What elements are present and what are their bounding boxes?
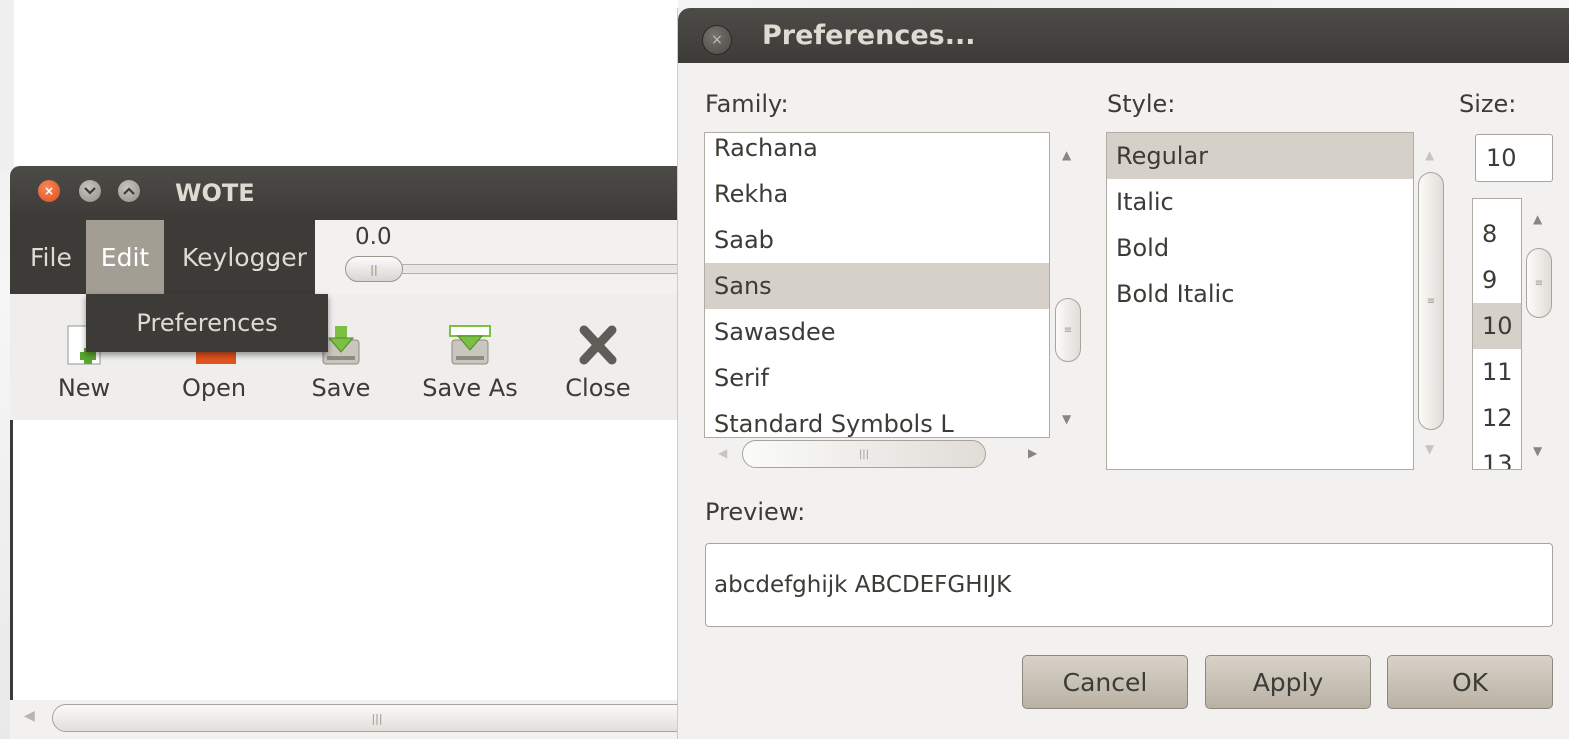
scrollbar-thumb[interactable]: ||| [742,440,986,468]
wote-titlebar[interactable]: × WOTE [10,166,682,220]
preferences-dialog: × Preferences... Family: Style: Size: Ra… [677,8,1569,739]
style-list[interactable]: Regular Italic Bold Bold Italic [1106,132,1414,470]
ok-button[interactable]: OK [1387,655,1553,709]
style-label: Style: [1107,90,1176,118]
family-horizontal-scrollbar[interactable]: ◀ ||| ▶ [704,438,1050,472]
preview-field[interactable]: abcdefghijk ABCDEFGHIJK [705,543,1553,627]
scroll-up-arrow-icon[interactable]: ▲ [1062,148,1071,162]
scroll-left-arrow-icon[interactable]: ◀ [718,446,727,460]
save-as-label: Save As [422,374,518,402]
list-item[interactable]: Bold Italic [1107,271,1413,317]
background-window [14,0,678,166]
size-vertical-scrollbar[interactable]: ▲ ≡ ▼ [1524,198,1554,470]
scroll-down-arrow-icon[interactable]: ▼ [1425,442,1434,456]
slider-handle[interactable]: || [345,256,403,282]
window-minimize-icon[interactable] [79,180,101,202]
menu-file[interactable]: File [30,220,72,294]
list-item[interactable]: 12 [1473,395,1521,441]
family-label: Family: [705,90,789,118]
save-label: Save [311,374,371,402]
wote-window: × WOTE File Edit Keylogger 0.0 || New Op… [10,166,702,739]
scrollbar-thumb[interactable]: ≡ [1418,172,1444,430]
menu-edit[interactable]: Edit [86,220,164,294]
list-item[interactable]: Bold [1107,225,1413,271]
list-item[interactable]: 9 [1473,257,1521,303]
list-item[interactable]: 8 [1473,211,1521,257]
preview-label: Preview: [705,498,806,526]
list-item[interactable]: 7 [1473,199,1521,211]
new-label: New [57,374,111,402]
style-vertical-scrollbar[interactable]: ▲ ≡ ▼ [1416,132,1446,470]
scroll-left-arrow-icon[interactable]: ◀ [24,708,35,724]
family-list[interactable]: Rachana Rekha Saab Sans Sawasdee Serif S… [704,132,1050,438]
window-maximize-icon[interactable] [118,180,140,202]
save-as-icon [448,324,492,366]
cancel-button[interactable]: Cancel [1022,655,1188,709]
text-editor-area[interactable] [10,420,682,700]
size-label: Size: [1459,90,1517,118]
scroll-up-arrow-icon[interactable]: ▲ [1425,148,1434,162]
list-item[interactable]: Serif [705,355,1049,401]
apply-button[interactable]: Apply [1205,655,1371,709]
scroll-right-arrow-icon[interactable]: ▶ [1028,446,1037,460]
size-input[interactable]: 10 [1475,134,1553,182]
dialog-close-icon[interactable]: × [702,25,732,55]
scrollbar-thumb[interactable]: ||| [52,704,702,732]
open-label: Open [181,374,247,402]
list-item[interactable]: Rachana [705,133,1049,171]
close-button[interactable]: Close [560,324,636,414]
scrollbar-thumb[interactable]: ≡ [1055,298,1081,362]
close-label: Close [565,374,631,402]
window-close-icon[interactable]: × [38,180,60,202]
list-item[interactable]: Italic [1107,179,1413,225]
list-item[interactable]: Rekha [705,171,1049,217]
window-title: WOTE [175,179,255,207]
list-item-selected[interactable]: Regular [1107,133,1413,179]
scrollbar-thumb[interactable]: ≡ [1526,248,1552,318]
list-item[interactable]: Saab [705,217,1049,263]
list-item-selected[interactable]: 10 [1473,303,1521,349]
list-item[interactable]: Sawasdee [705,309,1049,355]
close-x-icon [576,324,620,366]
size-list[interactable]: 7 8 9 10 11 12 13 [1472,198,1522,470]
scroll-up-arrow-icon[interactable]: ▲ [1533,212,1542,226]
list-item[interactable]: 11 [1473,349,1521,395]
slider-area: 0.0 || [315,220,690,294]
menu-keylogger[interactable]: Keylogger [182,220,307,294]
scroll-down-arrow-icon[interactable]: ▼ [1533,444,1542,458]
menu-item-preferences[interactable]: Preferences [136,309,277,337]
save-as-button[interactable]: Save As [415,324,525,414]
horizontal-scrollbar[interactable]: ◀ ||| [10,700,702,739]
list-item-selected[interactable]: Sans [705,263,1049,309]
family-vertical-scrollbar[interactable]: ▲ ≡ ▼ [1053,132,1083,438]
edit-menu-dropdown: Preferences [86,294,328,352]
scroll-down-arrow-icon[interactable]: ▼ [1062,412,1071,426]
list-item[interactable]: 13 [1473,441,1521,469]
list-item[interactable]: Standard Symbols L [705,401,1049,437]
dialog-title: Preferences... [762,20,976,51]
dialog-titlebar[interactable]: × Preferences... [678,8,1569,63]
slider-value: 0.0 [355,224,392,250]
